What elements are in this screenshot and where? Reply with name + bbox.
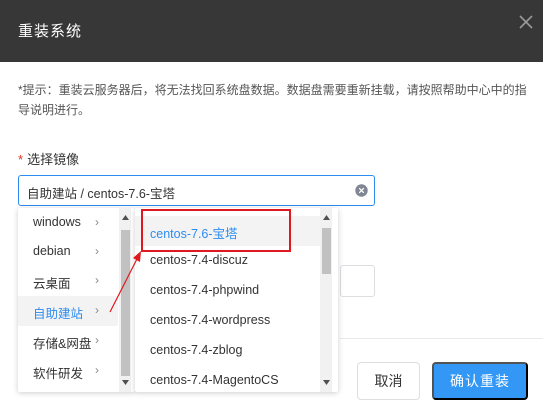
category-dropdown: windows › debian › 云桌面 › 自助建站 › 存储&网盘 › … [18,208,135,392]
chevron-right-icon: › [95,303,99,317]
category-label: windows [33,215,81,229]
scroll-up-icon[interactable] [121,214,130,222]
category-item-software-dev[interactable]: 软件研发 › [18,356,118,386]
category-item-self-build-site[interactable]: 自助建站 › [18,296,118,326]
chevron-right-icon: › [95,273,99,287]
image-item[interactable]: centos-7.4-phpwind [135,276,320,306]
confirm-reinstall-button[interactable]: 确认重装 [432,362,528,400]
category-item-cloud-desktop[interactable]: 云桌面 › [18,266,118,296]
required-mark: * [18,152,24,167]
image-item[interactable]: centos-7.4-wordpress [135,306,320,336]
dialog-title: 重装系统 [18,23,83,40]
cancel-button[interactable]: 取消 [357,362,420,400]
obscured-input[interactable] [340,265,375,297]
category-item-storage[interactable]: 存储&网盘 › [18,326,118,356]
category-item-debian[interactable]: debian › [18,237,118,267]
image-label-text: 选择镜像 [27,152,80,167]
image-label: centos-7.4-discuz [150,253,248,267]
footer-divider [340,338,543,339]
scroll-down-icon[interactable] [121,378,130,386]
category-label: 自助建站 [33,307,84,321]
category-label: 云桌面 [33,277,71,291]
image-select[interactable]: 自助建站 / centos-7.6-宝塔 [18,175,375,206]
close-icon[interactable] [515,11,537,33]
chevron-right-icon: › [95,244,99,258]
category-scroll-thumb[interactable] [121,230,130,376]
warning-notice: *提示：重装云服务器后，将无法找回系统盘数据。数据盘需要重新挂载，请按照帮助中心… [18,83,527,117]
image-scrollbar[interactable] [320,208,332,392]
image-item[interactable]: centos-7.4-zblog [135,336,320,366]
category-label: 软件研发 [33,367,84,381]
annotation-highlight-box [141,209,291,252]
chevron-right-icon: › [95,215,99,229]
image-item[interactable]: centos-7.4-MagentoCS [135,366,320,396]
category-label: debian [33,244,71,258]
image-select-value: 自助建站 / centos-7.6-宝塔 [27,187,175,201]
image-label: centos-7.4-zblog [150,343,243,357]
chevron-right-icon: › [95,363,99,377]
image-label: centos-7.4-wordpress [150,313,271,327]
image-label: centos-7.4-MagentoCS [150,373,279,387]
image-field-label: * 选择镜像 [18,149,79,168]
image-scroll-thumb[interactable] [322,228,331,274]
category-item-windows[interactable]: windows › [18,208,118,238]
clear-icon[interactable] [355,184,368,197]
scroll-up-icon[interactable] [322,214,331,222]
scroll-down-icon[interactable] [322,378,331,386]
image-label: centos-7.4-phpwind [150,283,260,297]
category-label: 存储&网盘 [33,337,92,351]
dialog-header: 重装系统 [0,0,543,62]
category-scrollbar[interactable] [119,208,131,392]
chevron-right-icon: › [95,333,99,347]
